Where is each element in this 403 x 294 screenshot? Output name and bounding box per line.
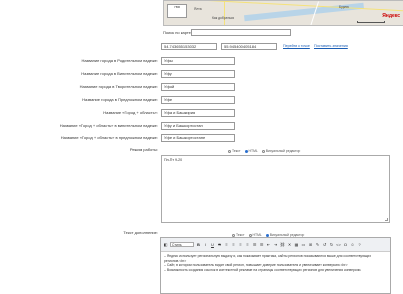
editor-line: – Возможность создания ссылок в контекст… [164, 267, 362, 272]
map-route-link[interactable]: Как добраться [212, 16, 234, 20]
schedule-textarea[interactable]: Пн-Пт 9-20 [161, 155, 390, 223]
schedule-mode-switch: Текст HTML Визуальный редактор [228, 149, 300, 153]
underline-button[interactable]: U [210, 242, 215, 247]
italic-button[interactable]: I [203, 242, 208, 247]
align-left-icon[interactable]: ≡ [224, 242, 229, 247]
schedule-mode-text[interactable]: Текст [228, 149, 241, 153]
indent-icon[interactable]: ⇥ [273, 242, 278, 247]
field-input-city-region-prepositional[interactable]: Уфе и Башкортостане [161, 134, 235, 142]
editor-toolbar: ◧ Стиль B I U S ≡ ≡ ≡ ≡ ☰ ☰ ⇤ ⇥ ⛓ ✕ ▦ ▭ … [161, 238, 390, 252]
field-label-city-region: Название «Город + область»: [103, 110, 158, 115]
radio-icon [228, 149, 231, 153]
go-to-point-link[interactable]: Перейти к точке [283, 44, 310, 48]
map-search-label: Поиск по карте: [163, 30, 193, 35]
image-icon[interactable]: ▭ [301, 242, 306, 247]
help-icon[interactable]: ? [357, 242, 362, 247]
yandex-logo: Яндекс [382, 13, 400, 19]
yandex-map[interactable]: YBR Как добраться Ялта Бурлю Яндекс [163, 0, 403, 26]
radio-label: Визуальный редактор [265, 149, 301, 153]
insert-icon[interactable]: ⊞ [308, 242, 313, 247]
longitude-input[interactable]: 55.945400405184 [221, 43, 277, 50]
radio-selected-icon [244, 149, 248, 153]
field-label-prepositional: Название города в Предложном падеже: [82, 97, 158, 102]
field-input-city-region-accusative[interactable]: Уфу и Башкортостан [161, 122, 235, 130]
field-label-city-region-accusative: Название «Город + область» в винительном… [59, 123, 158, 128]
map-scale [357, 21, 385, 23]
align-right-icon[interactable]: ≡ [238, 242, 243, 247]
latitude-input[interactable]: 54.743655153032 [161, 43, 217, 50]
map-place-label: Бурлю [339, 5, 349, 9]
field-input-accusative[interactable]: Уфу [161, 70, 235, 78]
format-select[interactable]: Стиль [170, 242, 194, 247]
map-control-label: YBR [173, 5, 181, 9]
special-char-icon[interactable]: Ω [343, 242, 348, 247]
field-input-city-region[interactable]: Уфа и Башкирия [161, 109, 235, 117]
map-zoom-control[interactable]: YBR [167, 4, 187, 18]
radio-icon [261, 149, 265, 153]
field-label-accusative: Название города в Винительном падеже: [81, 71, 158, 76]
visual-editor: ◧ Стиль B I U S ≡ ≡ ≡ ≡ ☰ ☰ ⇤ ⇥ ⛓ ✕ ▦ ▭ … [160, 237, 391, 294]
radio-label: HTML [248, 149, 258, 153]
strike-button[interactable]: S [217, 242, 222, 247]
align-center-icon[interactable]: ≡ [231, 242, 236, 247]
field-input-prepositional[interactable]: Уфе [161, 96, 235, 104]
field-label-instrumental: Название города в Творительном падеже: [79, 84, 158, 89]
extra-text-label: Текст дополнение: [123, 230, 158, 235]
code-icon[interactable]: <> [336, 242, 341, 247]
schedule-mode-html[interactable]: HTML [244, 149, 258, 153]
unlink-icon[interactable]: ✕ [287, 242, 292, 247]
outdent-icon[interactable]: ⇤ [266, 242, 271, 247]
field-input-instrumental[interactable]: Уфой [161, 83, 235, 91]
field-input-genitive[interactable]: Уфы [161, 57, 235, 65]
schedule-label: Режим работы: [129, 147, 158, 152]
undo-icon[interactable]: ↺ [322, 242, 327, 247]
field-label-genitive: Название города в Родительном падеже: [81, 58, 158, 63]
map-road [224, 1, 225, 25]
editor-content[interactable]: – Яндекс использует региональную выдачу … [161, 252, 390, 274]
align-justify-icon[interactable]: ≡ [245, 242, 250, 247]
edit-icon[interactable]: ✎ [315, 242, 320, 247]
editor-source-icon[interactable]: ◧ [163, 242, 168, 247]
resize-handle-icon[interactable] [385, 218, 388, 221]
bullet-list-icon[interactable]: ☰ [252, 242, 257, 247]
map-search-input[interactable] [191, 29, 291, 36]
bold-button[interactable]: B [196, 242, 201, 247]
link-icon[interactable]: ⛓ [280, 242, 285, 247]
map-place-label: Ялта [194, 7, 202, 11]
redo-icon[interactable]: ↻ [329, 242, 334, 247]
editor-line: – Яндекс использует региональную выдачу … [164, 254, 372, 263]
emoji-icon[interactable]: ☺ [350, 242, 355, 247]
schedule-text: Пн-Пт 9-20 [164, 158, 183, 162]
set-values-link[interactable]: Поставить значения [314, 44, 348, 48]
numbered-list-icon[interactable]: ☰ [259, 242, 264, 247]
table-icon[interactable]: ▦ [294, 242, 299, 247]
schedule-mode-visual[interactable]: Визуальный редактор [261, 149, 301, 153]
radio-label: Текст [232, 149, 241, 153]
field-label-city-region-prepositional: Название «Город + область» в предложном … [60, 135, 158, 140]
